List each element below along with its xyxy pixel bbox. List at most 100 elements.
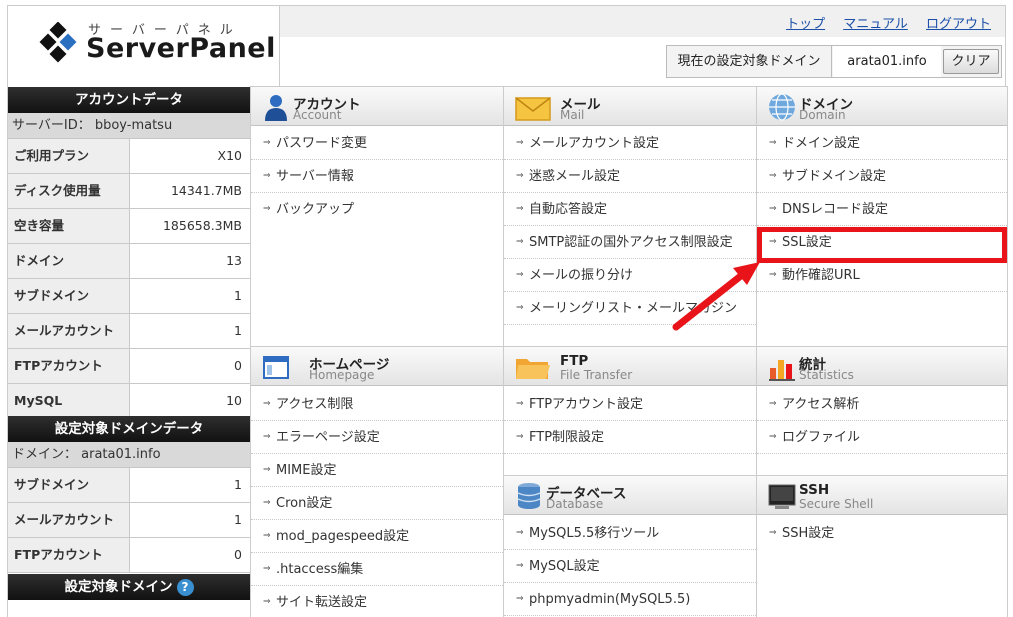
row-value: 0 bbox=[131, 538, 250, 572]
arrow-icon: ⇒ bbox=[516, 594, 524, 604]
menu-item-dns-record[interactable]: ⇒ DNSレコード設定 bbox=[757, 193, 1007, 226]
section-title: FTP bbox=[560, 353, 589, 369]
header-domain-area: 現在の設定対象ドメイン arata01.info クリア bbox=[279, 37, 1006, 86]
arrow-icon: ⇒ bbox=[516, 561, 524, 571]
server-id: サーバーID： bboy-matsu bbox=[8, 113, 250, 139]
section-ftp-header: FTP File Transfer bbox=[504, 346, 756, 386]
help-icon[interactable]: ? bbox=[176, 578, 194, 596]
menu-item-test-url[interactable]: ⇒ 動作確認URL bbox=[757, 259, 1007, 292]
menu-item-password-change[interactable]: ⇒ パスワード変更 bbox=[251, 127, 503, 160]
logo-text: ServerPanel bbox=[86, 33, 276, 64]
header: サーバーパネル ServerPanel トップ マニュアル ログアウト 現在の設… bbox=[0, 0, 1013, 86]
current-domain-value: arata01.info bbox=[833, 46, 941, 77]
arrow-icon: ⇒ bbox=[769, 528, 777, 538]
menu-item-site-redirect[interactable]: ⇒ サイト転送設定 bbox=[251, 586, 503, 617]
arrow-icon: ⇒ bbox=[516, 528, 524, 538]
arrow-icon: ⇒ bbox=[263, 597, 271, 607]
header-links: トップ マニュアル ログアウト bbox=[772, 13, 991, 32]
bar-chart-icon bbox=[769, 360, 795, 381]
menu-item-error-page[interactable]: ⇒ エラーページ設定 bbox=[251, 421, 503, 454]
section-subtitle: File Transfer bbox=[560, 368, 633, 382]
section-subtitle: Mail bbox=[560, 108, 585, 122]
row-key: ディスク使用量 bbox=[8, 174, 130, 208]
menu-item-smtp-restriction[interactable]: ⇒ SMTP認証の国外アクセス制限設定 bbox=[504, 226, 756, 259]
account-row-ftp-account: FTPアカウント 0 bbox=[8, 349, 250, 384]
row-key: メールアカウント bbox=[8, 503, 130, 537]
arrow-icon: ⇒ bbox=[263, 138, 271, 148]
arrow-icon: ⇒ bbox=[516, 432, 524, 442]
account-row-mail-account: メールアカウント 1 bbox=[8, 314, 250, 349]
arrow-icon: ⇒ bbox=[263, 171, 271, 181]
section-stats-header: 統計 Statistics bbox=[757, 346, 1007, 386]
menu-item-access-restriction[interactable]: ⇒ アクセス制限 bbox=[251, 388, 503, 421]
menu-column-3: ドメイン Domain ⇒ ドメイン設定 ⇒ サブドメイン設定 ⇒ DNSレコード設定… bbox=[756, 86, 1008, 617]
menu-item-auto-reply[interactable]: ⇒ 自動応答設定 bbox=[504, 193, 756, 226]
row-value: 10 bbox=[131, 384, 250, 418]
sidebar: アカウントデータ サーバーID： bboy-matsu ご利用プラン X10 デ… bbox=[7, 86, 250, 617]
menu-item-ftp-restriction[interactable]: ⇒ FTP制限設定 bbox=[504, 421, 756, 454]
section-title: SSH bbox=[799, 482, 830, 498]
arrow-icon: ⇒ bbox=[769, 270, 777, 280]
menu-item-log-files[interactable]: ⇒ ログファイル bbox=[757, 421, 1007, 454]
menu-item-ssh-settings[interactable]: ⇒ SSH設定 bbox=[757, 517, 1007, 550]
browser-window-icon bbox=[263, 356, 289, 379]
section-subtitle: Database bbox=[546, 497, 604, 511]
menu-item-mysql-settings[interactable]: ⇒ MySQL設定 bbox=[504, 550, 756, 583]
target-domain-line: ドメイン： arata01.info bbox=[8, 442, 250, 468]
arrow-icon: ⇒ bbox=[263, 465, 271, 475]
logout-link[interactable]: ログアウト bbox=[926, 17, 991, 32]
arrow-icon: ⇒ bbox=[516, 270, 524, 280]
row-value: 14341.7MB bbox=[131, 174, 250, 208]
account-row-disk-usage: ディスク使用量 14341.7MB bbox=[8, 174, 250, 209]
arrow-icon: ⇒ bbox=[263, 564, 271, 574]
section-homepage-header: ホームページ Homepage bbox=[251, 346, 503, 386]
account-row-free-space: 空き容量 185658.3MB bbox=[8, 209, 250, 244]
menu-item-server-info[interactable]: ⇒ サーバー情報 bbox=[251, 160, 503, 193]
menu-item-ftp-account[interactable]: ⇒ FTPアカウント設定 bbox=[504, 388, 756, 421]
row-value: 1 bbox=[131, 314, 250, 348]
menu-item-mysql-migration[interactable]: ⇒ MySQL5.5移行ツール bbox=[504, 517, 756, 550]
row-value: X10 bbox=[131, 139, 250, 173]
menu-item-ssl-settings[interactable]: ⇒ SSL設定 bbox=[757, 226, 1007, 259]
menu-item-mail-filter[interactable]: ⇒ メールの振り分け bbox=[504, 259, 756, 292]
section-mail-header: メール Mail bbox=[504, 86, 756, 126]
account-data-heading: アカウントデータ bbox=[8, 87, 250, 113]
row-value: 1 bbox=[131, 468, 250, 502]
menu-item-domain-settings[interactable]: ⇒ ドメイン設定 bbox=[757, 127, 1007, 160]
current-domain-box: 現在の設定対象ドメイン arata01.info クリア bbox=[666, 45, 1002, 78]
menu-item-htaccess[interactable]: ⇒ .htaccess編集 bbox=[251, 553, 503, 586]
target-domain-data-heading: 設定対象ドメインデータ bbox=[8, 416, 250, 442]
menu-item-mail-account[interactable]: ⇒ メールアカウント設定 bbox=[504, 127, 756, 160]
menu-item-access-analytics[interactable]: ⇒ アクセス解析 bbox=[757, 388, 1007, 421]
globe-icon bbox=[769, 93, 795, 121]
account-row-mysql: MySQL 10 bbox=[8, 384, 250, 419]
menu-item-phpmyadmin[interactable]: ⇒ phpmyadmin(MySQL5.5) bbox=[504, 583, 756, 616]
row-value: 1 bbox=[131, 279, 250, 313]
database-icon bbox=[517, 483, 541, 509]
menu-item-cron[interactable]: ⇒ Cron設定 bbox=[251, 487, 503, 520]
arrow-icon: ⇒ bbox=[263, 498, 271, 508]
manual-link[interactable]: マニュアル bbox=[843, 17, 908, 32]
menu-item-spam[interactable]: ⇒ 迷惑メール設定 bbox=[504, 160, 756, 193]
terminal-icon bbox=[768, 484, 796, 509]
menu-item-mailing-list[interactable]: ⇒ メーリングリスト・メールマガジン bbox=[504, 292, 756, 325]
top-link[interactable]: トップ bbox=[786, 17, 825, 32]
account-row-subdomain: サブドメイン 1 bbox=[8, 279, 250, 314]
menu-item-subdomain-settings[interactable]: ⇒ サブドメイン設定 bbox=[757, 160, 1007, 193]
menu-grid: アカウント Account ⇒ パスワード変更 ⇒ サーバー情報 ⇒ バックアップ ホ… bbox=[250, 86, 1008, 617]
section-subtitle: Statistics bbox=[799, 368, 854, 382]
row-value: 1 bbox=[131, 503, 250, 537]
arrow-icon: ⇒ bbox=[516, 138, 524, 148]
arrow-icon: ⇒ bbox=[769, 432, 777, 442]
arrow-icon: ⇒ bbox=[516, 204, 524, 214]
menu-item-mime[interactable]: ⇒ MIME設定 bbox=[251, 454, 503, 487]
arrow-icon: ⇒ bbox=[263, 432, 271, 442]
clear-button[interactable]: クリア bbox=[943, 49, 999, 74]
section-subtitle: Domain bbox=[799, 108, 846, 122]
menu-item-backup[interactable]: ⇒ バックアップ bbox=[251, 193, 503, 226]
menu-item-mod-pagespeed[interactable]: ⇒ mod_pagespeed設定 bbox=[251, 520, 503, 553]
target-domain-heading: 設定対象ドメイン? bbox=[8, 574, 250, 600]
row-key: サブドメイン bbox=[8, 279, 130, 313]
section-account-header: アカウント Account bbox=[251, 86, 503, 126]
logo[interactable]: サーバーパネル ServerPanel bbox=[7, 5, 279, 86]
